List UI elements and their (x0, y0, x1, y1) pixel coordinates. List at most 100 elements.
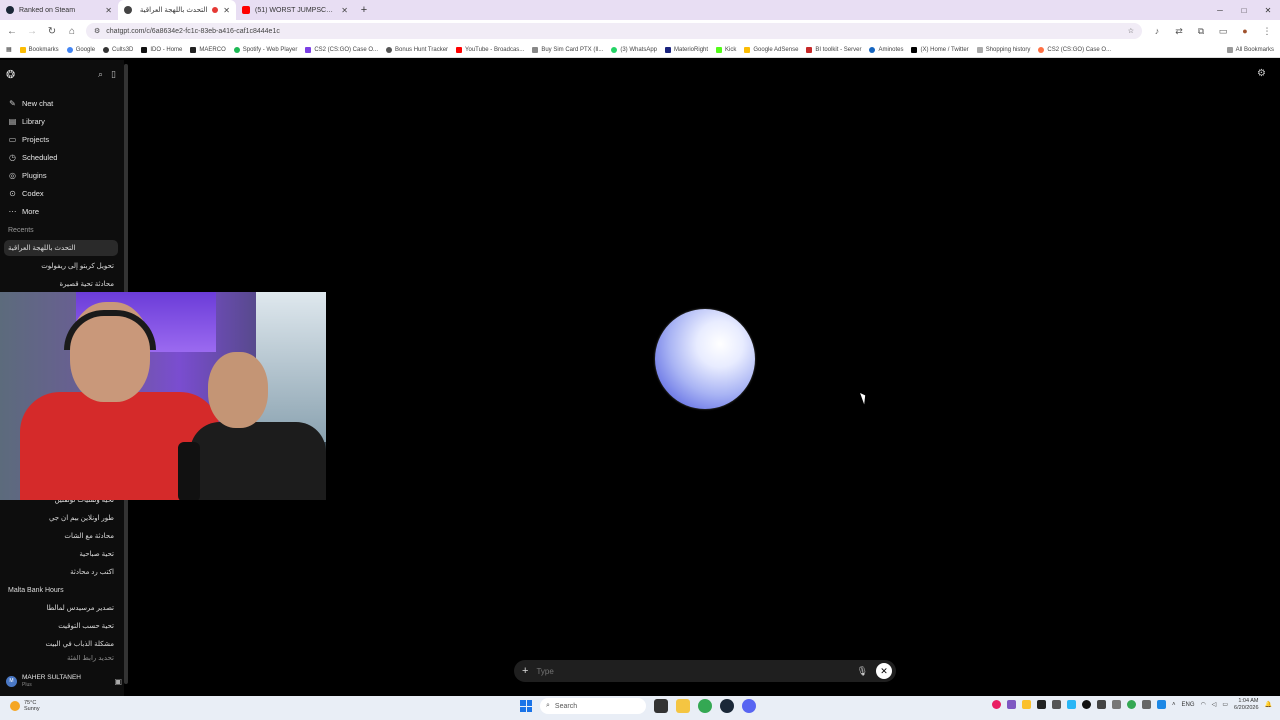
back-icon[interactable]: ← (6, 26, 18, 37)
recent-chat-item[interactable]: تصدير مرسيدس لمالطا (4, 600, 118, 616)
mic-muted-icon[interactable]: 🎙 (857, 666, 868, 677)
tray-app-icon[interactable] (1036, 700, 1046, 710)
bookmark-item[interactable]: CS2 (CS:GO) Case O... (1038, 46, 1111, 53)
discord-icon[interactable] (742, 699, 756, 713)
recent-chat-item[interactable]: طور اونلاين بيم ان جي (4, 510, 118, 526)
recent-chat-item[interactable]: مشكلة الذباب في البيت (4, 636, 118, 652)
new-tab-icon[interactable]: + (354, 0, 374, 20)
close-tab-icon[interactable]: ✕ (341, 6, 348, 15)
wifi-icon[interactable]: ◠ (1201, 701, 1206, 708)
chevron-up-icon[interactable]: ˄ (1172, 702, 1176, 708)
close-tab-icon[interactable]: ✕ (105, 6, 112, 15)
nav-plugins[interactable]: ◎ Plugins (0, 166, 124, 184)
bookmark-item[interactable]: Kick (716, 46, 736, 53)
voice-settings-icon[interactable]: ⚙ (1257, 68, 1266, 79)
bookmark-item[interactable]: Spotify - Web Player (233, 46, 297, 53)
bookmark-item[interactable]: (X) Home / Twitter (911, 46, 969, 53)
site-info-icon[interactable]: ⚙ (94, 27, 100, 35)
file-explorer-icon[interactable] (676, 699, 690, 713)
end-voice-button[interactable]: ✕ (876, 663, 892, 679)
apps-grid-icon[interactable]: ▦ (6, 46, 12, 53)
language-indicator[interactable]: ENG (1181, 702, 1194, 708)
bookmark-item[interactable]: IDO - Home (141, 46, 182, 53)
nav-new-chat[interactable]: ✎ New chat (0, 94, 124, 112)
tray-app-icon[interactable] (1096, 700, 1106, 710)
bookmark-item[interactable]: BI toolkit - Server (806, 46, 861, 53)
message-input[interactable] (536, 666, 849, 676)
user-account[interactable]: M MAHER SULTANEH Plus ▣ (6, 672, 122, 690)
recent-chat-item[interactable]: تحية حسب التوقيت (4, 618, 118, 634)
windows-start-icon[interactable] (520, 700, 532, 712)
task-view-icon[interactable] (654, 699, 668, 713)
chrome-icon[interactable] (698, 699, 712, 713)
nav-library[interactable]: ▤ Library (0, 112, 124, 130)
tray-app-icon[interactable] (1021, 700, 1031, 710)
weather-widget[interactable]: 75°C Sunny (10, 700, 40, 712)
close-window-icon[interactable]: ✕ (1256, 0, 1280, 20)
battery-icon[interactable]: ▭ (1222, 701, 1228, 708)
steam-icon[interactable] (720, 699, 734, 713)
bookmark-item[interactable]: Bonus Hunt Tracker (386, 46, 448, 53)
bookmark-item[interactable]: MAERCO (190, 46, 226, 53)
tray-app-icon[interactable] (1066, 700, 1076, 710)
minimize-icon[interactable]: ─ (1208, 0, 1232, 20)
reload-icon[interactable]: ↻ (46, 26, 58, 37)
clock[interactable]: 1:04 AM 6/20/2026 (1234, 698, 1258, 711)
tray-app-icon[interactable] (1081, 700, 1091, 710)
bookmark-item[interactable]: YouTube - Broadcas... (456, 46, 524, 53)
nav-more[interactable]: ⋯ More (0, 202, 124, 220)
bookmark-item[interactable]: Shopping history (976, 46, 1030, 53)
recent-chat-item[interactable]: محادثة مع الشات (4, 528, 118, 544)
bookmark-item[interactable]: (3) WhatsApp (611, 46, 657, 53)
sidebar-toggle-icon[interactable]: ▯ (111, 69, 116, 80)
recent-chat-item[interactable]: Malta Bank Hours (4, 582, 118, 598)
volume-icon[interactable]: ◁ (1212, 701, 1217, 708)
nav-scheduled[interactable]: ◷ Scheduled (0, 148, 124, 166)
calendar-icon[interactable]: ▣ (114, 677, 122, 686)
recent-chat-item[interactable]: التحدث باللهجة العراقية (4, 240, 118, 256)
tab-youtube[interactable]: (51) WORST JUMPSCARE OF A ✕ (236, 0, 354, 20)
bookmark-item[interactable]: CS2 (CS:GO) Case O... (305, 46, 378, 53)
tray-app-icon[interactable] (1141, 700, 1151, 710)
tray-app-icon[interactable] (1051, 700, 1061, 710)
tray-app-icon[interactable] (991, 700, 1001, 710)
bookmark-item[interactable]: Google AdSense (744, 46, 798, 53)
sidebar-icon[interactable]: ▭ (1216, 26, 1230, 37)
translate-icon[interactable]: ⇄ (1172, 26, 1186, 37)
taskbar-search[interactable]: ⌕ Search (540, 698, 646, 714)
url-input[interactable]: ⚙ chatgpt.com/c/6a8634e2-fc1c-83eb-a416-… (86, 23, 1142, 39)
tray-app-icon[interactable] (1006, 700, 1016, 710)
nav-codex[interactable]: ⊙ Codex (0, 184, 124, 202)
maximize-icon[interactable]: □ (1232, 0, 1256, 20)
recent-chat-item[interactable]: اكتب رد محادثة (4, 564, 118, 580)
tray-app-icon[interactable] (1111, 700, 1121, 710)
nav-projects[interactable]: ▭ Projects (0, 130, 124, 148)
bookmark-item[interactable]: Google (66, 46, 95, 53)
add-attachment-icon[interactable]: + (522, 665, 528, 677)
notification-bell-icon[interactable]: 🔔 (1265, 701, 1272, 708)
tab-steam[interactable]: Ranked on Steam ✕ (0, 0, 118, 20)
recent-chat-item[interactable]: محادثة تحية قصيرة (4, 276, 118, 292)
audio-icon[interactable]: ♪ (1150, 26, 1164, 36)
close-tab-icon[interactable]: ✕ (223, 6, 230, 15)
bookmark-item[interactable]: MaterioRight (665, 46, 708, 53)
bookmark-item[interactable]: Cults3D (103, 46, 133, 53)
extensions-icon[interactable]: ⧉ (1194, 26, 1208, 37)
profile-avatar-icon[interactable]: ● (1238, 26, 1252, 36)
bookmark-item[interactable]: Buy Sim Card PTX (Il... (532, 46, 603, 53)
menu-kebab-icon[interactable]: ⋮ (1260, 26, 1274, 37)
all-bookmarks[interactable]: All Bookmarks (1226, 46, 1274, 53)
recent-chat-item[interactable]: تحويل كربتو إلى ريفولوت (4, 258, 118, 274)
recent-chat-item[interactable]: تحية صباحية (4, 546, 118, 562)
search-icon[interactable]: ⌕ (98, 69, 103, 80)
home-icon[interactable]: ⌂ (66, 26, 78, 37)
bookmark-item[interactable]: Bookmarks (19, 46, 59, 53)
bookmark-item[interactable]: Aminotes (869, 46, 903, 53)
forward-icon[interactable]: → (26, 26, 38, 37)
bookmark-star-icon[interactable]: ☆ (1128, 27, 1134, 35)
tray-app-icon[interactable] (1156, 700, 1166, 710)
openai-logo-icon[interactable]: ❂ (6, 68, 15, 81)
recent-chat-item[interactable]: تحديد رابط الفئة (4, 654, 118, 662)
tab-chatgpt[interactable]: التحدث باللهجة العراقية ✕ (118, 0, 236, 20)
tray-app-icon[interactable] (1126, 700, 1136, 710)
